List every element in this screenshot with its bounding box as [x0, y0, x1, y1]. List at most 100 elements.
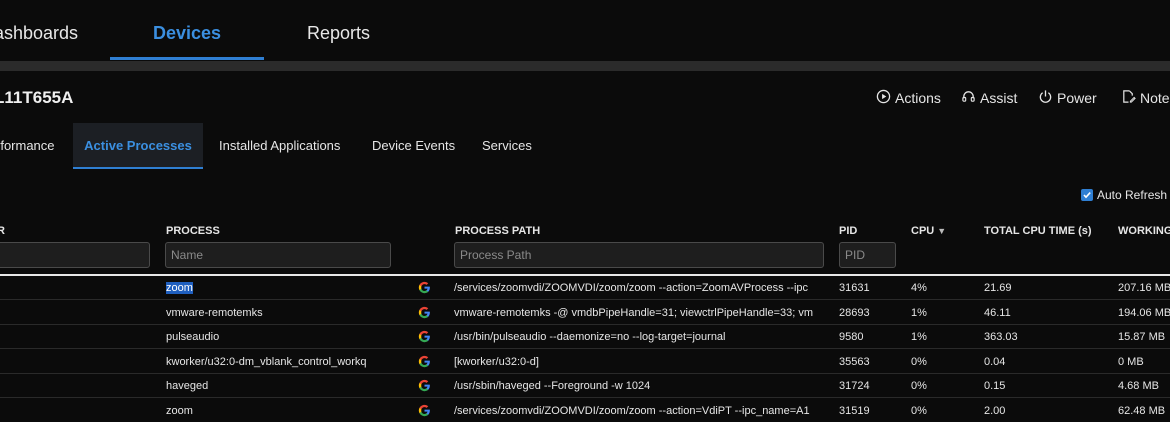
cpu-time-value: 46.11 [984, 306, 1011, 319]
cell-cpu: 0% [911, 399, 971, 422]
google-search-icon[interactable] [418, 379, 431, 392]
user-filter-input[interactable] [0, 242, 150, 268]
google-search-icon[interactable] [418, 281, 431, 294]
process-value: pulseaudio [166, 331, 220, 344]
cell-working: 62.48 MB [1118, 399, 1170, 422]
power-icon [1038, 89, 1053, 107]
cpu-time-value: 21.69 [984, 282, 1012, 294]
process-value: vmware-remotemks [166, 306, 263, 319]
working-value: 15.87 MB [1118, 331, 1166, 344]
tab-installed-applications[interactable]: Installed Applications [219, 123, 340, 169]
process-value: zoom [166, 405, 193, 417]
nav-reports[interactable]: Reports [307, 0, 370, 61]
power-button[interactable]: Power [1038, 88, 1097, 108]
table-row[interactable]: haveged/usr/sbin/haveged --Foreground -w… [0, 374, 1170, 399]
cell-working: 194.06 MB [1118, 301, 1170, 325]
tab-performance[interactable]: rformance [0, 123, 55, 169]
cell-cpu-time: 2.00 [984, 399, 1104, 422]
cell-cpu: 0% [911, 350, 971, 374]
device-title: L11T655A [0, 88, 74, 107]
google-search-icon[interactable] [418, 306, 431, 319]
cpu-time-value: 0.15 [984, 380, 1006, 393]
table-row[interactable]: vmware-remotemks vmware-remotemks -@ vmdb… [0, 301, 1170, 325]
notes-button[interactable]: Notes [1121, 88, 1170, 108]
cell-working: 4.68 MB [1118, 374, 1170, 398]
pid-value: 31519 [839, 405, 870, 417]
cell-cpu-time: 0.15 [984, 374, 1104, 398]
column-header-user[interactable]: R [0, 225, 5, 237]
auto-refresh-toggle[interactable]: Auto Refresh [1081, 188, 1167, 202]
cell-pid: 9580 [839, 325, 899, 349]
tab-device-events[interactable]: Device Events [372, 123, 455, 169]
google-search-icon[interactable] [418, 404, 431, 417]
cell-process: pulseaudio [166, 325, 406, 349]
path-value: /services/zoomvdi/ZOOMVDI/zoom/zoom --ac… [454, 405, 810, 417]
cell-path: /services/zoomvdi/ZOOMVDI/zoom/zoom --ac… [454, 276, 828, 300]
cell-path: [kworker/u32:0-d] [454, 350, 828, 374]
cell-cpu: 0% [911, 374, 971, 398]
column-header-cpu[interactable]: CPU ▼ [911, 225, 946, 237]
tab-services[interactable]: Services [482, 123, 532, 169]
pid-value: 31631 [839, 282, 870, 294]
working-value: 62.48 MB [1118, 405, 1166, 417]
cell-working: 15.87 MB [1118, 325, 1170, 349]
auto-refresh-label: Auto Refresh [1097, 188, 1168, 202]
process-value: zoom [166, 282, 193, 294]
working-value: 207.16 MB [1118, 282, 1170, 294]
cell-path: /usr/sbin/haveged --Foreground -w 1024 [454, 374, 828, 398]
cell-path: vmware-remotemks -@ vmdbPipeHandle=31; v… [454, 301, 828, 325]
cpu-value: 0% [911, 380, 927, 393]
nav-dashboards[interactable]: ashboards [0, 0, 78, 61]
path-value: vmware-remotemks -@ vmdbPipeHandle=31; v… [454, 306, 814, 319]
assist-label: Assist [980, 90, 1018, 106]
sort-desc-icon: ▼ [937, 226, 947, 236]
column-header-pid[interactable]: PID [839, 225, 857, 237]
cpu-value: 4% [911, 282, 927, 294]
nav-active-indicator [110, 57, 264, 60]
tab-active-processes[interactable]: Active Processes [73, 123, 203, 169]
note-edit-icon [1121, 89, 1136, 107]
cell-working: 0 MB [1118, 350, 1170, 374]
pid-filter-input[interactable] [839, 242, 896, 268]
path-value: /usr/bin/pulseaudio --daemonize=no --log… [454, 331, 726, 344]
checkbox-checked-icon[interactable] [1081, 189, 1093, 201]
cpu-value: 0% [911, 355, 927, 368]
actions-button[interactable]: Actions [876, 88, 941, 108]
google-search-icon[interactable] [418, 330, 431, 343]
play-circle-icon [876, 89, 891, 107]
power-label: Power [1057, 90, 1097, 106]
pid-value: 28693 [839, 306, 870, 319]
table-row[interactable]: pulseaudio/usr/bin/pulseaudio --daemoniz… [0, 325, 1170, 350]
cpu-value: 1% [911, 306, 927, 319]
cell-process: haveged [166, 374, 406, 398]
table-row[interactable]: kworker/u32:0-dm_vblank_control_workq [kw… [0, 350, 1170, 374]
process-path-filter-input[interactable] [454, 242, 824, 268]
assist-button[interactable]: Assist [961, 88, 1017, 108]
cell-process: kworker/u32:0-dm_vblank_control_workq [166, 350, 406, 374]
cell-cpu: 4% [911, 276, 971, 300]
actions-label: Actions [895, 90, 941, 106]
cell-cpu: 1% [911, 325, 971, 349]
column-header-process[interactable]: PROCESS [166, 225, 220, 237]
column-header-total-cpu-time[interactable]: TOTAL CPU TIME (s) [984, 225, 1092, 237]
process-filter-input[interactable] [165, 242, 391, 268]
headset-icon [961, 89, 976, 107]
table-row[interactable]: zoom/services/zoomvdi/ZOOMVDI/zoom/zoom … [0, 276, 1170, 300]
pid-value: 35563 [839, 355, 870, 368]
cell-pid: 31724 [839, 374, 899, 398]
cell-pid: 31631 [839, 276, 899, 300]
column-header-working[interactable]: WORKING [1118, 225, 1170, 237]
nav-devices[interactable]: Devices [153, 0, 221, 61]
table-row[interactable]: zoom/services/zoomvdi/ZOOMVDI/zoom/zoom … [0, 399, 1170, 422]
path-value: /usr/sbin/haveged --Foreground -w 1024 [454, 380, 651, 393]
cell-path: /services/zoomvdi/ZOOMVDI/zoom/zoom --ac… [454, 399, 828, 422]
working-value: 0 MB [1118, 355, 1144, 368]
google-search-icon[interactable] [418, 355, 431, 368]
process-value: haveged [166, 380, 209, 393]
cpu-value: 0% [911, 405, 927, 417]
cell-process: zoom [166, 276, 406, 300]
column-header-process-path[interactable]: PROCESS PATH [455, 225, 540, 237]
cpu-time-value: 363.03 [984, 331, 1018, 344]
pid-value: 9580 [839, 331, 864, 344]
cell-process: vmware-remotemks [166, 301, 406, 325]
